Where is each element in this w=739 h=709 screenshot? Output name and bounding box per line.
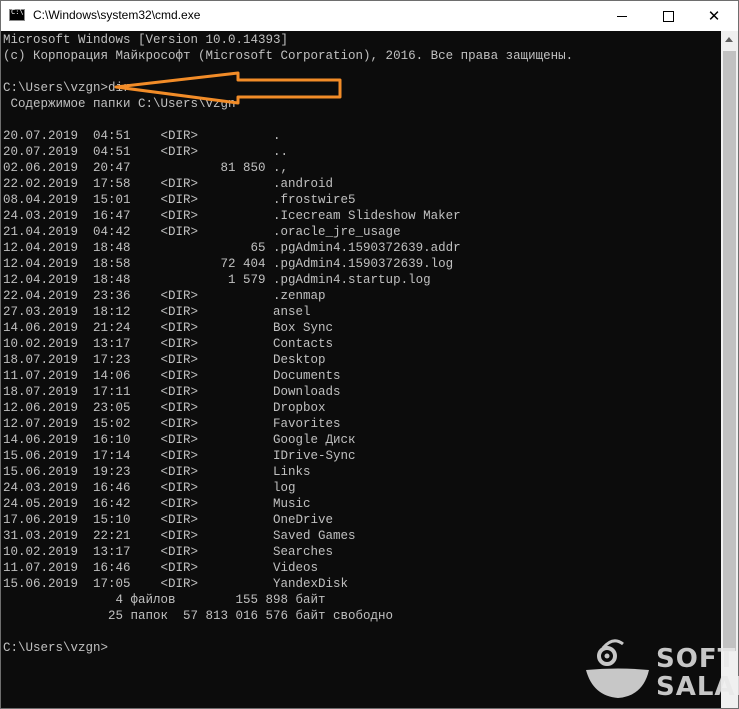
console-line: 12.07.2019 15:02 <DIR> Favorites (3, 417, 341, 431)
softsalad-watermark: SOFT SALAD (583, 634, 739, 704)
console-line: 11.07.2019 14:06 <DIR> Documents (3, 369, 341, 383)
console-line: 15.06.2019 17:05 <DIR> YandexDisk (3, 577, 349, 591)
console-line: 20.07.2019 04:51 <DIR> .. (3, 145, 289, 159)
cmd-window: C:\Windows\system32\cmd.exe ✕ Microsoft … (0, 0, 739, 709)
console-line: 02.06.2019 20:47 81 850 ., (3, 161, 289, 175)
console-line: C:\Users\vzgn> (3, 641, 109, 655)
console-line: 27.03.2019 18:12 <DIR> ansel (3, 305, 311, 319)
console-line: 24.03.2019 16:47 <DIR> .Icecream Slidesh… (3, 209, 461, 223)
title-bar[interactable]: C:\Windows\system32\cmd.exe ✕ (1, 1, 738, 31)
vertical-scrollbar[interactable] (721, 31, 738, 708)
maximize-button[interactable] (645, 1, 691, 31)
console-line: 15.06.2019 17:14 <DIR> IDrive-Sync (3, 449, 356, 463)
maximize-icon (662, 10, 674, 22)
console-line: 10.02.2019 13:17 <DIR> Searches (3, 545, 334, 559)
window-title: C:\Windows\system32\cmd.exe (33, 8, 201, 22)
scroll-up-icon[interactable] (725, 37, 733, 42)
cmd-icon[interactable] (9, 8, 25, 21)
console-line: (c) Корпорация Майкрософт (Microsoft Cor… (3, 49, 574, 63)
console-line: 25 папок 57 813 016 576 байт свободно (3, 609, 394, 623)
minimize-button[interactable] (599, 1, 645, 31)
console-line: 17.06.2019 15:10 <DIR> OneDrive (3, 513, 334, 527)
console-line: 4 файлов 155 898 байт (3, 593, 326, 607)
console-line: C:\Users\vzgn>dir (3, 81, 131, 95)
close-icon: ✕ (707, 6, 721, 25)
console-output[interactable]: Microsoft Windows [Version 10.0.14393] (c… (1, 31, 721, 708)
watermark-line1: SOFT (656, 644, 737, 674)
console-line: 22.02.2019 17:58 <DIR> .android (3, 177, 334, 191)
console-line: 15.06.2019 19:23 <DIR> Links (3, 465, 311, 479)
console-line: 18.07.2019 17:11 <DIR> Downloads (3, 385, 341, 399)
watermark-line2: SALAD (656, 672, 739, 702)
salad-bowl-icon (586, 639, 649, 698)
console-line: 24.05.2019 16:42 <DIR> Music (3, 497, 311, 511)
console-line: Содержимое папки C:\Users\vzgn (3, 97, 236, 111)
minimize-icon (617, 15, 627, 17)
console-line: 21.04.2019 04:42 <DIR> .oracle_jre_usage (3, 225, 401, 239)
console-line: 10.02.2019 13:17 <DIR> Contacts (3, 337, 334, 351)
scroll-thumb[interactable] (723, 51, 736, 651)
console-line: 24.03.2019 16:46 <DIR> log (3, 481, 296, 495)
console-line: 11.07.2019 16:46 <DIR> Videos (3, 561, 319, 575)
console-line: 14.06.2019 16:10 <DIR> Google Диск (3, 433, 356, 447)
console-line: 12.06.2019 23:05 <DIR> Dropbox (3, 401, 326, 415)
console-line: Microsoft Windows [Version 10.0.14393] (3, 33, 289, 47)
console-line: 31.03.2019 22:21 <DIR> Saved Games (3, 529, 356, 543)
console-line: 12.04.2019 18:48 1 579 .pgAdmin4.startup… (3, 273, 431, 287)
console-line: 20.07.2019 04:51 <DIR> . (3, 129, 281, 143)
console-line: 18.07.2019 17:23 <DIR> Desktop (3, 353, 326, 367)
console-line: 12.04.2019 18:58 72 404 .pgAdmin4.159037… (3, 257, 454, 271)
console-line: 22.04.2019 23:36 <DIR> .zenmap (3, 289, 326, 303)
console-line: 12.04.2019 18:48 65 .pgAdmin4.1590372639… (3, 241, 461, 255)
close-button[interactable]: ✕ (691, 1, 737, 31)
console-line: 14.06.2019 21:24 <DIR> Box Sync (3, 321, 334, 335)
console-line: 08.04.2019 15:01 <DIR> .frostwire5 (3, 193, 356, 207)
